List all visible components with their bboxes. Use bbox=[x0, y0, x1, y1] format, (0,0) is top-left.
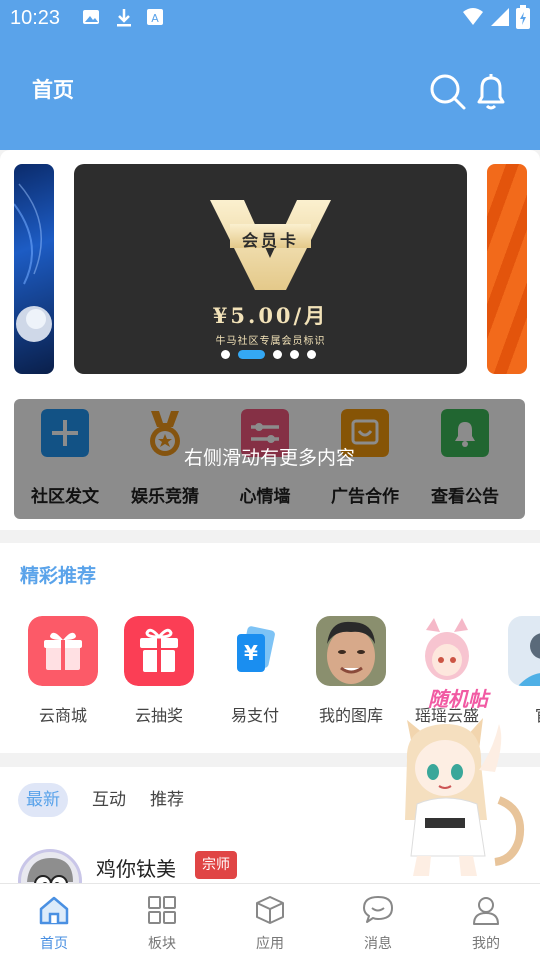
banner-slide-next[interactable] bbox=[487, 164, 527, 374]
vip-description: 牛马社区专属会员标识 bbox=[215, 336, 326, 347]
scroll-hint-text: 右侧滑动有更多内容 bbox=[183, 447, 355, 469]
svg-text:¥: ¥ bbox=[244, 641, 258, 665]
chat-icon bbox=[363, 896, 393, 923]
recommend-label: 我的图库 bbox=[318, 706, 383, 725]
home-icon bbox=[39, 896, 69, 925]
gallery-notification-icon bbox=[83, 10, 99, 24]
anime-avatar bbox=[412, 616, 482, 686]
wifi-icon bbox=[463, 8, 483, 25]
nav-profile[interactable]: 我的 bbox=[432, 884, 540, 960]
recommend-item-shop[interactable]: 云商城 bbox=[15, 616, 111, 736]
bell-icon[interactable] bbox=[471, 72, 511, 112]
recommend-label: 易支付 bbox=[230, 706, 279, 725]
app-header: 首页 bbox=[0, 36, 540, 150]
person-avatar bbox=[508, 616, 540, 686]
bottom-nav: 首页 板块 应用 消息 我的 bbox=[0, 883, 540, 960]
nav-messages[interactable]: 消息 bbox=[324, 884, 432, 960]
nav-boards[interactable]: 板块 bbox=[108, 884, 216, 960]
photo-avatar bbox=[316, 616, 386, 686]
feed-tab-latest[interactable]: 最新 bbox=[18, 783, 68, 817]
pagination-dot-active[interactable] bbox=[238, 349, 265, 359]
quick-actions-panel[interactable]: 社区发文 娱乐竞猜 心情墙 广告合作 查看公告 右侧滑动有更多内容 bbox=[14, 399, 525, 519]
status-time: 10:23 bbox=[10, 7, 61, 29]
status-bar: 10:23 A bbox=[0, 0, 540, 36]
pagination-dot[interactable] bbox=[273, 349, 282, 359]
yen-card-icon: ¥ bbox=[220, 616, 290, 686]
post-author-name[interactable]: 鸡你钛美 bbox=[96, 853, 176, 882]
rank-badge: 宗师 bbox=[195, 851, 237, 879]
vip-label: 会员卡 bbox=[241, 231, 299, 250]
nav-label: 消息 bbox=[364, 936, 392, 952]
cartoon-avatar bbox=[27, 858, 73, 883]
nav-label: 板块 bbox=[148, 936, 176, 952]
nav-home[interactable]: 首页 bbox=[0, 884, 108, 960]
text-notification-icon: A bbox=[147, 9, 163, 25]
download-notification-icon bbox=[117, 9, 131, 27]
feed-tab-interaction[interactable]: 互动 bbox=[84, 783, 134, 817]
recommend-item-lottery[interactable]: 云抽奖 bbox=[111, 616, 207, 736]
gift-icon bbox=[28, 616, 98, 686]
vip-price: ¥5.00/月 bbox=[212, 303, 329, 328]
nav-label: 应用 bbox=[256, 936, 284, 952]
nav-apps[interactable]: 应用 bbox=[216, 884, 324, 960]
pagination-dot[interactable] bbox=[290, 349, 299, 359]
recommend-label: 云商城 bbox=[38, 706, 87, 725]
banner-pagination bbox=[221, 349, 316, 359]
banner-card: 会员卡 ¥5.00/月 牛马社区专属会员标识 社区发文 娱乐竞猜 心情墙 广告合… bbox=[0, 150, 540, 530]
recommend-title: 精彩推荐 bbox=[20, 565, 97, 587]
pagination-dot[interactable] bbox=[221, 349, 230, 359]
search-icon[interactable] bbox=[428, 72, 468, 112]
nav-label: 首页 bbox=[40, 936, 68, 952]
recommend-item-pay[interactable]: ¥ 易支付 bbox=[207, 616, 303, 736]
post-author-avatar[interactable] bbox=[18, 849, 82, 883]
recommend-label: 云抽奖 bbox=[134, 706, 183, 725]
signal-icon bbox=[491, 8, 509, 26]
user-icon bbox=[473, 897, 499, 925]
box-icon bbox=[256, 896, 284, 924]
grid-icon bbox=[148, 896, 176, 924]
recommend-item-gallery[interactable]: 我的图库 bbox=[303, 616, 399, 736]
page-title: 首页 bbox=[32, 78, 74, 102]
banner-slide-prev[interactable] bbox=[14, 164, 54, 374]
pagination-dot[interactable] bbox=[307, 349, 316, 359]
random-post-label[interactable]: 随机帖 bbox=[428, 683, 488, 712]
robot-image bbox=[14, 183, 52, 342]
svg-text:A: A bbox=[151, 12, 159, 25]
scroll-hint-overlay[interactable]: 右侧滑动有更多内容 bbox=[14, 399, 525, 519]
nav-label: 我的 bbox=[472, 936, 500, 952]
banner-slide-vip[interactable]: 会员卡 ¥5.00/月 牛马社区专属会员标识 bbox=[74, 164, 467, 374]
battery-icon bbox=[516, 5, 530, 29]
gift-box-icon bbox=[124, 616, 194, 686]
feed-tab-recommend[interactable]: 推荐 bbox=[142, 783, 192, 817]
